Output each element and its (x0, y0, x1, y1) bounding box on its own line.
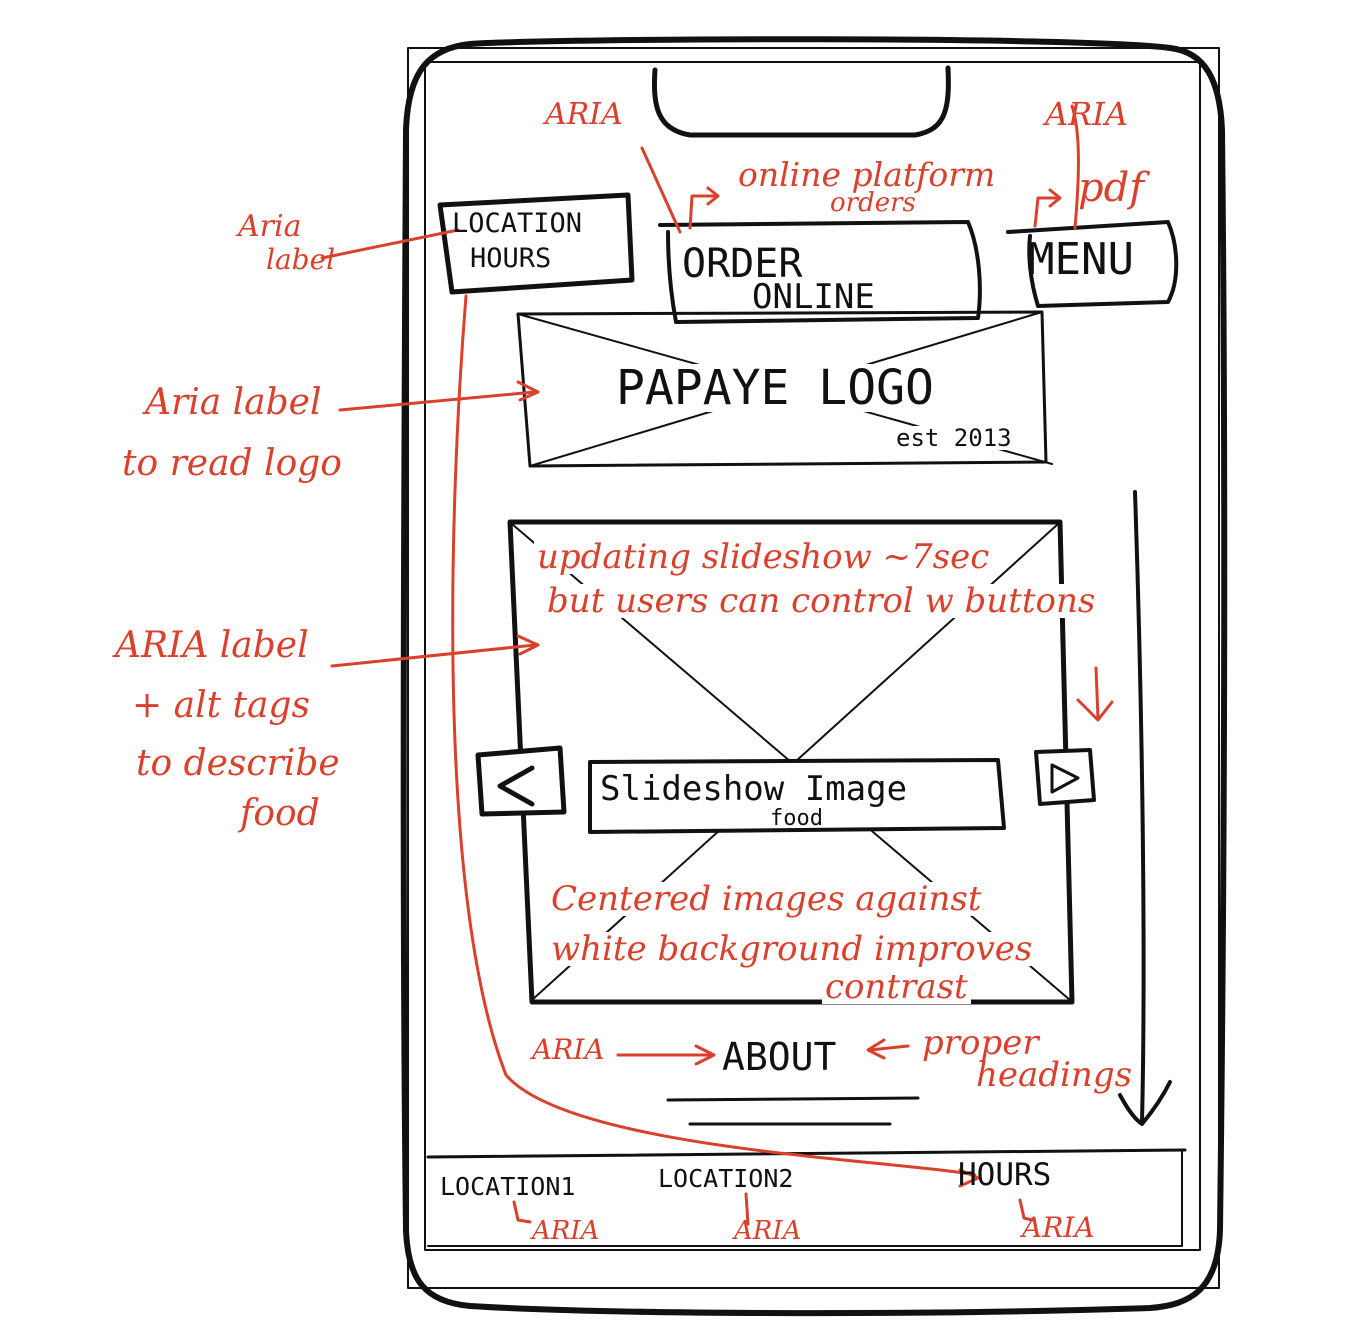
slideshow-prev-button[interactable] (478, 748, 564, 814)
annotation-aria-food-line2: + alt tags (132, 685, 310, 726)
annotation-aria-food-line3: to describe (136, 743, 340, 784)
footer-location2-link[interactable]: LOCATION2 (658, 1166, 793, 1191)
annotation-aria-label-left-line1: Aria (238, 209, 302, 244)
annotation-aria-footer-1: ARIA (532, 1216, 600, 1246)
annotation-aria-about: ARIA (532, 1033, 605, 1066)
arrow-online-platform (688, 186, 720, 230)
annotation-aria-food-line1: ARIA label (115, 625, 309, 666)
annotation-contrast-line2: white background improves (548, 932, 1036, 966)
arrow-aria-label-left (320, 228, 460, 260)
arrow-food (330, 634, 540, 668)
logo-established: est 2013 (894, 424, 1014, 452)
annotation-contrast-line3: contrast (822, 970, 971, 1004)
annotation-aria-logo-line1: Aria label (145, 382, 322, 423)
annotation-aria-footer-2: ARIA (734, 1216, 802, 1246)
annotation-aria-logo-line2: to read logo (122, 443, 342, 484)
order-online-button-line2[interactable]: ONLINE (752, 280, 875, 314)
arrow-slideshow-down (1076, 666, 1114, 722)
about-heading: ABOUT (722, 1035, 837, 1079)
arrow-headings (866, 1038, 910, 1060)
wireframe-sketch: LOCATION HOURS ORDER ONLINE MENU PAPAYE … (0, 0, 1350, 1320)
arrow-aria-about (616, 1044, 716, 1066)
footer-location1-link[interactable]: LOCATION1 (440, 1174, 575, 1199)
annotation-slideshow-line1: updating slideshow ~7sec (534, 540, 993, 574)
slideshow-food-label: food (770, 806, 823, 831)
arrow-aria-top-left (640, 146, 682, 234)
menu-button[interactable]: MENU (1028, 238, 1134, 282)
annotation-aria-top-right: ARIA (1045, 95, 1128, 133)
annotation-online-platform-line1: online platform (738, 155, 996, 194)
footer-aria-tick-1 (512, 1200, 532, 1224)
about-underline-1 (666, 1096, 920, 1102)
location-hours-button-line2[interactable]: HOURS (470, 245, 551, 272)
annotation-aria-footer-3: ARIA (1022, 1211, 1095, 1244)
location-hours-button-line1[interactable]: LOCATION (452, 210, 582, 237)
slideshow-next-button[interactable] (1036, 750, 1094, 804)
slideshow-image-label: Slideshow Image (600, 769, 908, 809)
footer-hours-link[interactable]: HOURS (958, 1160, 1051, 1191)
annotation-aria-label-left-line2: label (266, 243, 336, 276)
annotation-aria-food-line4: food (240, 793, 320, 834)
annotation-pdf: pdf (1078, 165, 1145, 211)
annotation-headings-line2: headings (976, 1055, 1133, 1095)
scroll-line (1133, 490, 1146, 1124)
annotation-online-platform-line2: orders (830, 188, 916, 218)
logo-text: PAPAYE LOGO (612, 364, 938, 412)
arrow-logo (338, 380, 540, 412)
annotation-aria-top-left: ARIA (545, 97, 623, 132)
annotation-contrast-line1: Centered images against (548, 882, 985, 916)
arrow-pdf (1033, 188, 1062, 228)
phone-notch (651, 65, 951, 138)
annotation-slideshow-line2: but users can control w buttons (544, 584, 1099, 618)
